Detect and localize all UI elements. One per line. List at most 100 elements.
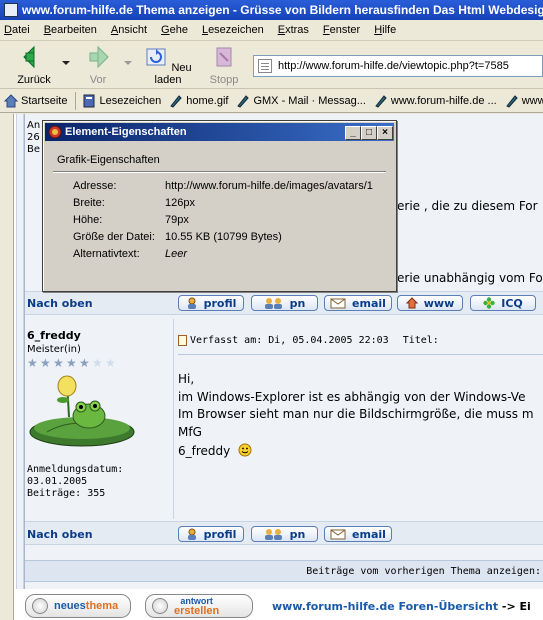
profile-button[interactable]: profil xyxy=(178,295,244,311)
close-icon[interactable]: × xyxy=(377,126,393,140)
width-value: 126px xyxy=(165,197,195,209)
star-empty-icon: ★ xyxy=(92,356,103,370)
file-size-value: 10.55 KB (10799 Bytes) xyxy=(165,231,282,243)
left-rail xyxy=(16,114,24,589)
back-to-top-link[interactable]: Nach oben xyxy=(27,528,93,541)
bookmark-label: www.forum-hilfe.de xyxy=(521,94,543,107)
post-author[interactable]: 6_freddy xyxy=(27,329,81,342)
home-icon xyxy=(4,93,18,107)
dialog-title: Element-Eigenschaften xyxy=(65,126,187,138)
forum-index-link[interactable]: www.forum-hilfe.de Foren-Übersicht xyxy=(272,600,498,613)
post1-left-line: Be xyxy=(27,144,41,155)
post-document-icon xyxy=(178,335,187,346)
page-icon xyxy=(258,59,272,73)
new-topic-button[interactable]: neues thema xyxy=(25,594,131,618)
sidebar-edge xyxy=(0,114,14,620)
forward-button[interactable]: Vor xyxy=(80,45,116,86)
author-rank: Meister(in) xyxy=(27,344,81,355)
post1-left-line: An xyxy=(27,120,41,131)
back-history-chevron-icon[interactable] xyxy=(62,61,70,65)
menu-bearbeiten[interactable]: Bearbeiten xyxy=(44,24,97,36)
file-size-label: Größe der Datei: xyxy=(73,231,155,243)
stop-icon xyxy=(216,47,232,67)
email-button[interactable]: email xyxy=(324,295,392,311)
menu-hilfe[interactable]: Hilfe xyxy=(374,24,396,36)
bookmark-label: home.gif xyxy=(186,94,229,107)
avatar-frog-on-lilypad xyxy=(29,375,135,447)
menu-gehe[interactable]: Gehe xyxy=(161,24,188,36)
bookmark-pen-icon xyxy=(505,94,518,108)
menu-fenster[interactable]: Fenster xyxy=(323,24,360,36)
star-filled-icon: ★ xyxy=(66,356,77,370)
button-label: email xyxy=(352,296,386,310)
star-filled-icon: ★ xyxy=(40,356,51,370)
dialog-titlebar[interactable]: Element-Eigenschaften _ □ × xyxy=(45,123,394,141)
post-body-line: Hi, xyxy=(178,372,195,386)
dialog-app-icon xyxy=(48,125,62,139)
forward-arrow-icon xyxy=(89,45,109,69)
button-label: ICQ xyxy=(501,296,523,310)
envelope-icon xyxy=(330,298,346,309)
bookmark-forum-hilfe-2[interactable]: www.forum-hilfe.de xyxy=(505,94,543,108)
back-button[interactable]: Zurück xyxy=(12,45,56,86)
maximize-icon[interactable]: □ xyxy=(361,126,377,140)
bookmark-forum-hilfe-1[interactable]: www.forum-hilfe.de ... xyxy=(374,94,497,108)
back-to-top-link[interactable]: Nach oben xyxy=(27,297,93,310)
previous-topic-nav: Beiträge vom vorherigen Thema anzeigen: xyxy=(25,560,543,582)
email-button[interactable]: email xyxy=(324,526,392,542)
post-body-line: Im Browser sieht man nur die Bildschirmg… xyxy=(178,407,534,421)
menu-extras[interactable]: Extras xyxy=(278,24,309,36)
dialog-section-heading: Grafik-Eigenschaften xyxy=(57,154,160,166)
bookmark-label: Startseite xyxy=(21,94,68,107)
height-label: Höhe: xyxy=(73,214,103,226)
joined-date: 03.01.2005 xyxy=(27,476,88,487)
bookmarks-book-icon xyxy=(83,94,95,107)
bookmark-lesezeichen[interactable]: Lesezeichen xyxy=(75,91,161,110)
new-topic-label-b: thema xyxy=(85,600,119,612)
users-icon xyxy=(264,529,282,540)
reply-button[interactable]: antwort erstellen xyxy=(145,594,253,618)
pm-button[interactable]: pn xyxy=(251,526,318,542)
rank-stars: ★ ★ ★ ★ ★ ★ ★ xyxy=(27,357,118,369)
previous-topic-label: Beiträge vom vorherigen Thema anzeigen: xyxy=(306,565,541,577)
bookmark-gmx[interactable]: GMX - Mail · Messag... xyxy=(236,94,366,108)
stop-label: Stopp xyxy=(209,74,239,86)
post1-left-line: 26 xyxy=(27,132,40,143)
user-icon xyxy=(187,297,196,309)
forward-history-chevron-icon[interactable] xyxy=(124,61,132,65)
reload-button[interactable]: Neu laden xyxy=(140,45,196,86)
star-filled-icon: ★ xyxy=(27,356,38,370)
bookmark-startseite[interactable]: Startseite xyxy=(4,93,68,108)
post-body-line: MfG xyxy=(178,425,202,439)
width-label: Breite: xyxy=(73,197,105,209)
window-titlebar: www.forum-hilfe.de Thema anzeigen - Grüs… xyxy=(0,0,543,20)
back-label: Zurück xyxy=(17,74,51,86)
post-count: Beiträge: 355 xyxy=(27,488,106,499)
menu-lesezeichen[interactable]: Lesezeichen xyxy=(202,24,264,36)
back-arrow-icon xyxy=(23,45,35,69)
icq-button[interactable]: ICQ xyxy=(470,295,536,311)
stop-button[interactable]: Stopp xyxy=(204,45,244,86)
house-icon xyxy=(405,297,418,309)
bookmark-home-gif[interactable]: home.gif xyxy=(169,94,228,108)
separator xyxy=(75,91,77,110)
new-topic-bullet-icon xyxy=(32,598,48,614)
pm-button[interactable]: pn xyxy=(251,295,318,311)
button-label: www xyxy=(423,296,455,310)
icq-flower-icon xyxy=(483,297,495,309)
joined-label: Anmeldungsdatum: xyxy=(27,464,124,475)
forward-label: Vor xyxy=(89,74,107,86)
website-button[interactable]: www xyxy=(397,295,463,311)
profile-button[interactable]: profil xyxy=(178,526,244,542)
navigation-toolbar: Zurück Vor Neu laden Stopp http://www.fo… xyxy=(0,41,543,89)
address-bar[interactable]: http://www.forum-hilfe.de/viewtopic.php?… xyxy=(253,55,543,77)
menu-ansicht[interactable]: Ansicht xyxy=(111,24,147,36)
element-properties-dialog: Element-Eigenschaften _ □ × Grafik-Eigen… xyxy=(42,120,397,292)
height-value: 79px xyxy=(165,214,189,226)
minimize-icon[interactable]: _ xyxy=(345,126,361,140)
bookmark-label: www.forum-hilfe.de ... xyxy=(390,94,497,107)
menu-datei[interactable]: Datei xyxy=(4,24,30,36)
forum-index-breadcrumb[interactable]: www.forum-hilfe.de Foren-Übersicht -> Ei xyxy=(272,600,531,613)
user-icon xyxy=(187,528,196,540)
post-body-line: im Windows-Explorer ist es abhängig von … xyxy=(178,390,526,404)
